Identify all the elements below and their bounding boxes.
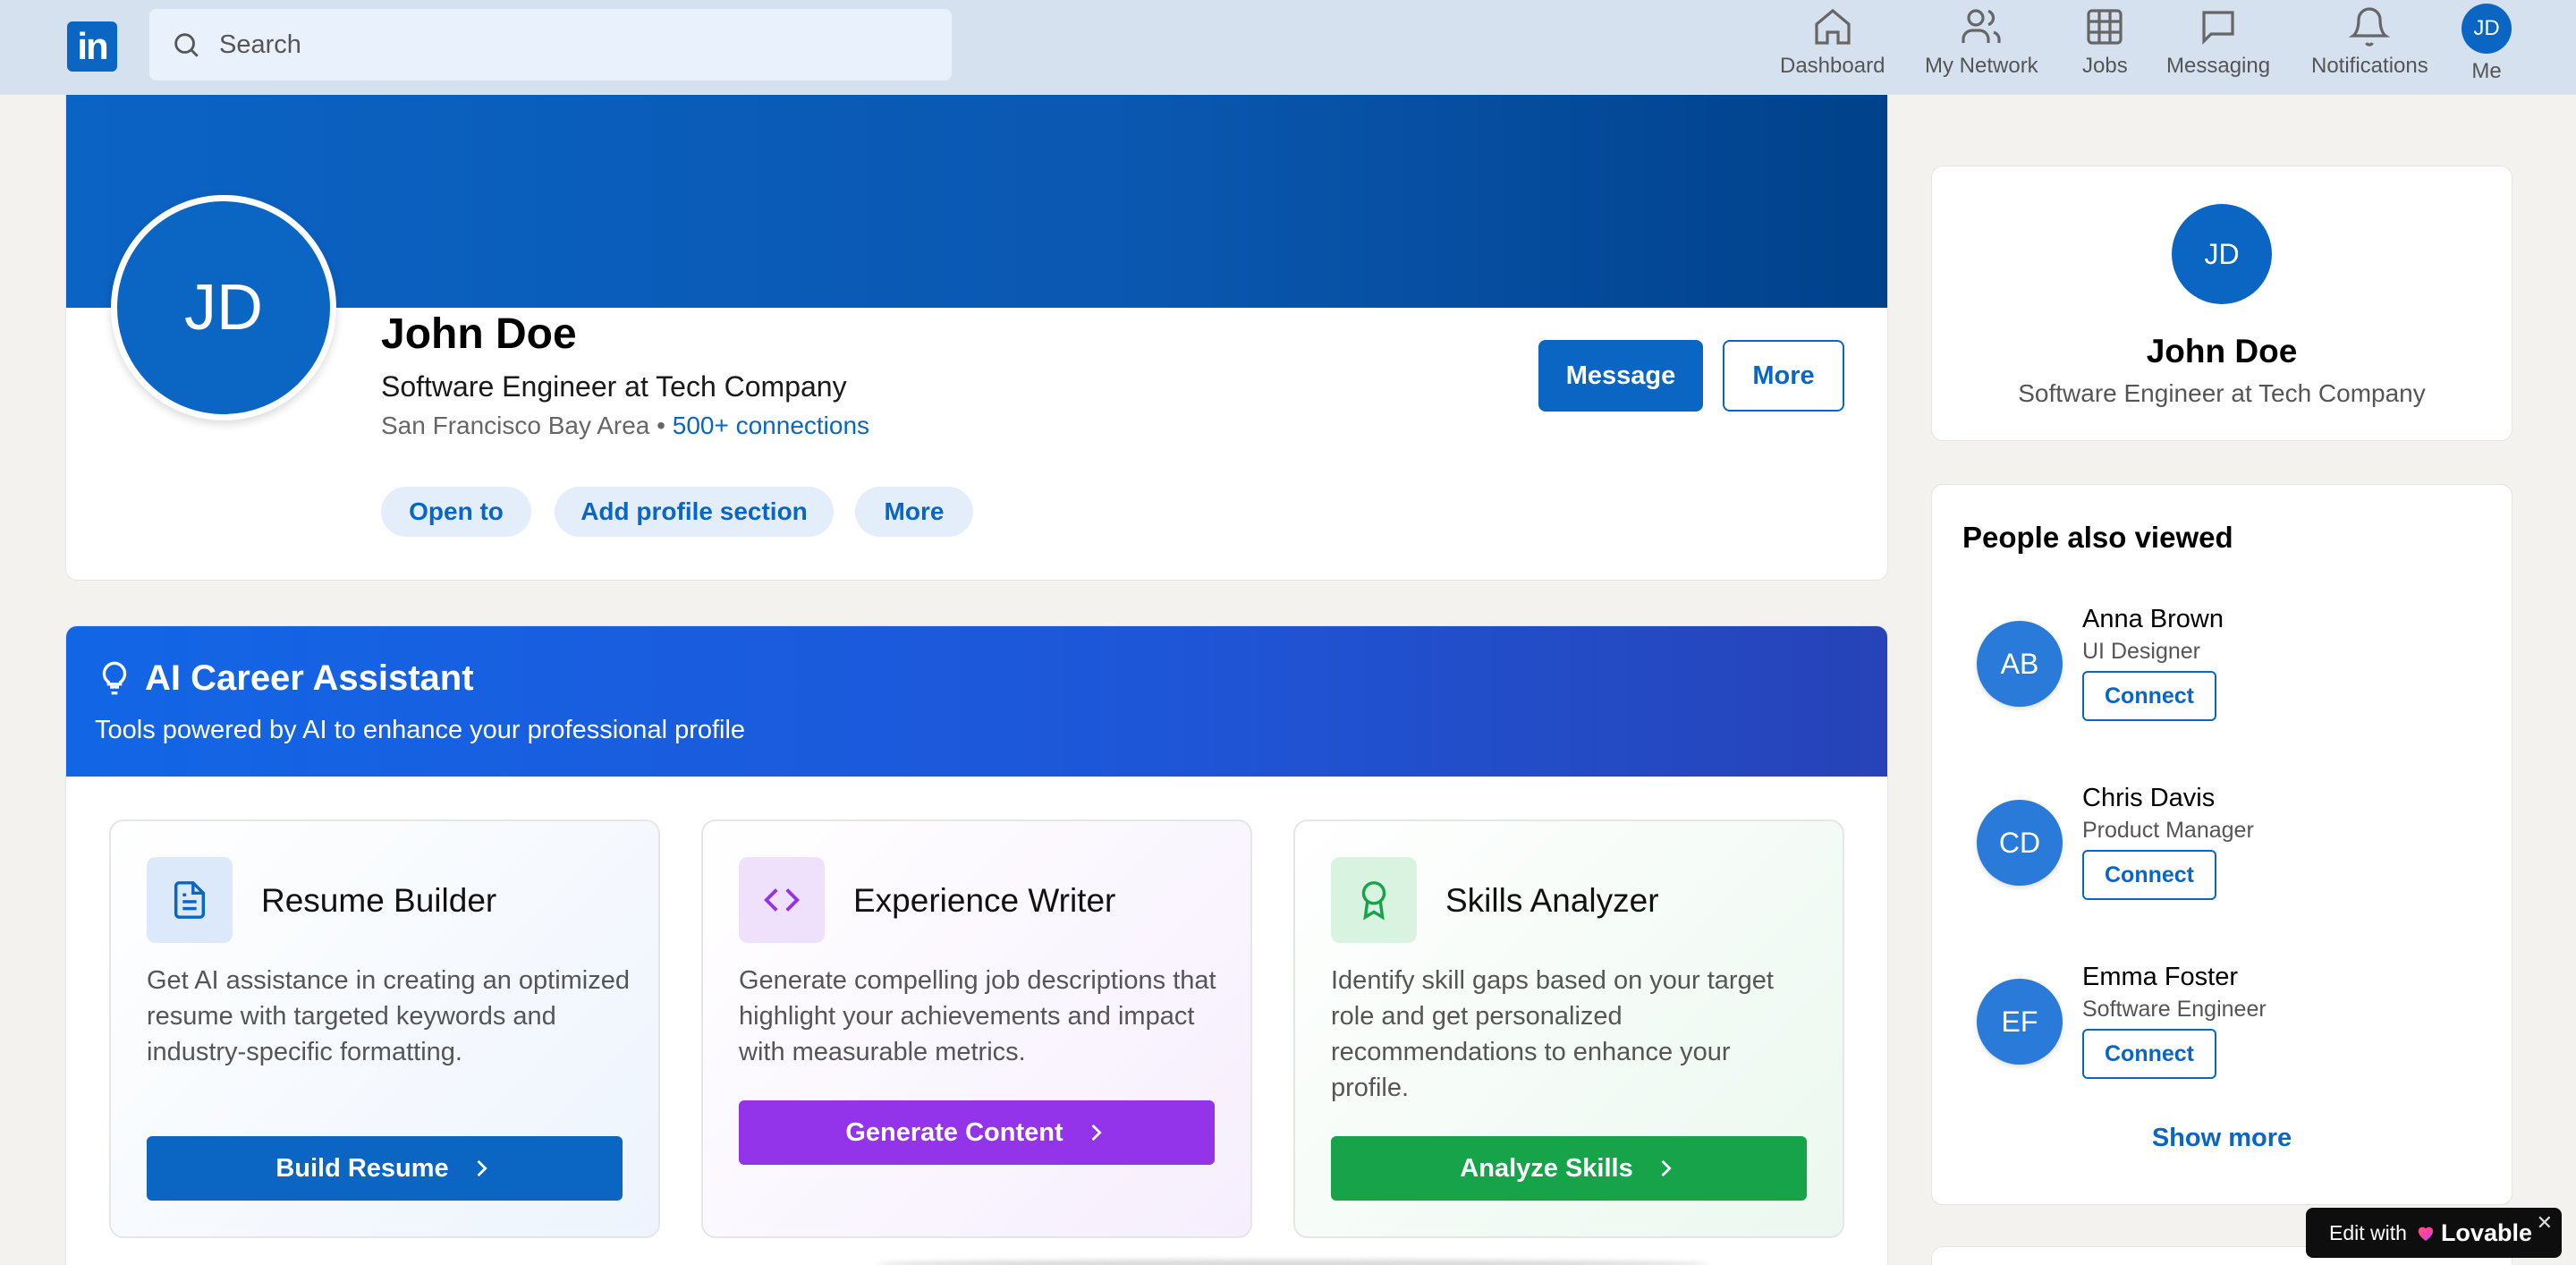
tool-title: Skills Analyzer: [1445, 882, 1659, 919]
build-resume-button[interactable]: Build Resume: [147, 1136, 623, 1201]
ai-title: AI Career Assistant: [145, 658, 474, 698]
badge-brand: Lovable: [2440, 1218, 2532, 1246]
tool-card-skills-analyzer: Skills Analyzer Identify skill gaps base…: [1293, 819, 1844, 1238]
list-item: CD Chris Davis Product Manager Connect: [1977, 784, 2478, 943]
people-also-viewed-title: People also viewed: [1962, 521, 2233, 554]
nav-my-network[interactable]: My Network: [1925, 5, 2038, 79]
generate-content-button[interactable]: Generate Content: [739, 1100, 1215, 1165]
chevron-right-icon: [1091, 1124, 1102, 1142]
avatar[interactable]: EF: [1977, 979, 2063, 1065]
nav-dashboard[interactable]: Dashboard: [1780, 5, 1885, 79]
badge-prefix: Edit with: [2329, 1220, 2407, 1244]
nav-label: My Network: [1925, 54, 2038, 78]
person-name[interactable]: Emma Foster: [2082, 963, 2238, 992]
connect-button[interactable]: Connect: [2082, 671, 2216, 721]
linkedin-logo[interactable]: in: [67, 21, 117, 72]
button-label: Generate Content: [845, 1117, 1063, 1147]
avatar[interactable]: AB: [1977, 621, 2063, 707]
nav-label: Jobs: [2082, 54, 2128, 78]
profile-card: JD John Doe Software Engineer at Tech Co…: [66, 95, 1887, 580]
nav-label: Messaging: [2166, 54, 2271, 78]
people-also-viewed-card: People also viewed AB Anna Brown UI Desi…: [1932, 485, 2512, 1204]
person-role: UI Designer: [2082, 639, 2200, 664]
top-nav: in Dashboard My Network Jobs Messaging N…: [0, 0, 2576, 95]
lightbulb-icon: [102, 661, 127, 695]
person-name[interactable]: Anna Brown: [2082, 605, 2224, 634]
search-icon: [174, 33, 199, 57]
nav-label: Dashboard: [1780, 54, 1885, 78]
list-item: AB Anna Brown UI Designer Connect: [1977, 605, 2478, 764]
sidebar-name: John Doe: [2146, 333, 2298, 369]
home-icon: [1815, 8, 1851, 45]
scroll-shadow: [877, 1260, 1708, 1265]
award-icon: [1361, 881, 1386, 921]
heart-icon: [2418, 1227, 2434, 1242]
meta-separator: •: [657, 412, 665, 439]
profile-location: San Francisco Bay Area: [381, 412, 650, 439]
message-button[interactable]: Message: [1538, 340, 1703, 412]
close-icon[interactable]: ✕: [2537, 1211, 2553, 1235]
tool-title: Resume Builder: [261, 882, 497, 919]
profile-avatar[interactable]: JD: [111, 195, 336, 420]
tool-description: Generate compelling job descriptions tha…: [739, 966, 1216, 1066]
search-input[interactable]: [219, 30, 935, 60]
tool-icon-box: [739, 857, 825, 943]
person-role: Product Manager: [2082, 818, 2254, 843]
tool-title: Experience Writer: [853, 882, 1116, 919]
me-avatar: JD: [2462, 4, 2512, 54]
profile-name: John Doe: [381, 310, 577, 358]
ai-header: AI Career Assistant Tools powered by AI …: [66, 626, 1887, 777]
open-to-button[interactable]: Open to: [381, 487, 531, 537]
tool-card-experience-writer: Experience Writer Generate compelling jo…: [701, 819, 1252, 1238]
document-icon: [174, 881, 206, 919]
chevron-right-icon: [477, 1159, 487, 1177]
messaging-icon: [2202, 11, 2234, 45]
profile-headline: Software Engineer at Tech Company: [381, 370, 847, 403]
nav-notifications[interactable]: Notifications: [2311, 5, 2428, 79]
network-icon: [1962, 9, 2001, 43]
add-profile-section-button[interactable]: Add profile section: [555, 487, 834, 537]
chevron-right-icon: [1661, 1159, 1672, 1177]
profile-meta: San Francisco Bay Area • 500+ connection…: [381, 412, 869, 440]
bell-icon: [2349, 7, 2391, 47]
nav-messaging[interactable]: Messaging: [2166, 5, 2270, 79]
connections-link[interactable]: 500+ connections: [673, 412, 869, 439]
show-more-link[interactable]: Show more: [1932, 1124, 2512, 1153]
ai-career-assistant: AI Career Assistant Tools powered by AI …: [66, 626, 1887, 1265]
button-label: Build Resume: [275, 1153, 449, 1183]
person-role: Software Engineer: [2082, 997, 2267, 1022]
tool-icon-box: [1331, 857, 1417, 943]
jobs-icon: [2087, 9, 2123, 45]
profile-more-pill[interactable]: More: [855, 487, 973, 537]
tool-description: Identify skill gaps based on your target…: [1331, 966, 1774, 1102]
analyze-skills-button[interactable]: Analyze Skills: [1331, 1136, 1807, 1201]
sidebar-headline: Software Engineer at Tech Company: [2018, 379, 2426, 407]
sidebar-profile-card: JD John Doe Software Engineer at Tech Co…: [1932, 166, 2512, 440]
tool-card-resume-builder: Resume Builder Get AI assistance in crea…: [109, 819, 660, 1238]
tool-description: Get AI assistance in creating an optimiz…: [147, 966, 631, 1066]
person-name[interactable]: Chris Davis: [2082, 784, 2215, 813]
edit-with-lovable-badge[interactable]: Edit with Lovable ✕: [2306, 1208, 2562, 1258]
sidebar-avatar[interactable]: JD: [2172, 204, 2272, 304]
nav-me[interactable]: JD Me: [2462, 4, 2512, 84]
more-button[interactable]: More: [1723, 340, 1844, 412]
nav-label: Notifications: [2311, 54, 2428, 78]
connect-button[interactable]: Connect: [2082, 1029, 2216, 1079]
nav-label: Me: [2471, 59, 2502, 83]
search-bar[interactable]: [149, 9, 952, 81]
avatar[interactable]: CD: [1977, 800, 2063, 886]
button-label: Analyze Skills: [1460, 1153, 1633, 1183]
profile-banner: [66, 95, 1887, 308]
code-icon: [764, 888, 800, 912]
list-item: EF Emma Foster Software Engineer Connect: [1977, 963, 2478, 1122]
connect-button[interactable]: Connect: [2082, 850, 2216, 900]
nav-jobs[interactable]: Jobs: [2082, 5, 2128, 79]
ai-subtitle: Tools powered by AI to enhance your prof…: [95, 716, 746, 744]
tool-icon-box: [147, 857, 233, 943]
